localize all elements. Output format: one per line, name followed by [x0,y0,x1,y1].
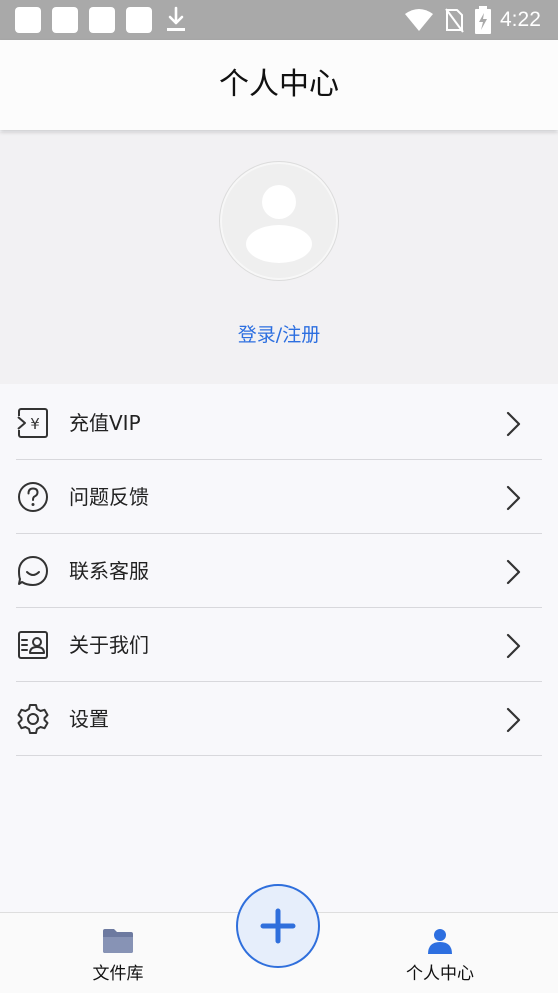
status-time: 4:22 [500,8,541,31]
add-button[interactable] [236,884,320,968]
chevron-right-icon [506,633,521,659]
divider [16,755,542,756]
settings-gear-icon [17,704,49,734]
menu-item-feedback[interactable]: 问题反馈 [0,460,558,534]
app-notification-icon [89,7,115,33]
nav-item-file-library[interactable]: 文件库 [48,913,188,993]
menu-item-label: 联系客服 [69,559,149,583]
status-bar: 4:22 [0,0,558,40]
battery-charging-icon [475,6,491,34]
download-icon [167,6,185,31]
question-circle-icon [18,482,48,512]
chevron-right-icon [506,411,521,437]
profile-section: 登录/注册 [0,132,558,384]
page-title: 个人中心 [219,67,339,102]
menu-item-vip[interactable]: ¥ 充值VIP [0,386,558,460]
nav-label: 个人中心 [406,964,474,984]
default-avatar-icon [246,185,312,263]
login-register-link[interactable]: 登录/注册 [0,322,558,348]
vip-recharge-icon: ¥ [16,408,48,438]
menu-item-about[interactable]: 关于我们 [0,608,558,682]
app-notification-icon [126,7,152,33]
app-notification-icon [52,7,78,33]
menu-list: ¥ 充值VIP 问题反馈 联系客服 关于我们 设置 [0,386,558,756]
wifi-icon [405,9,433,31]
chevron-right-icon [506,707,521,733]
chat-smile-icon [18,556,48,586]
app-header: 个人中心 [0,40,558,130]
nav-item-personal-center[interactable]: 个人中心 [370,913,510,993]
no-sim-icon [445,8,464,33]
menu-item-settings[interactable]: 设置 [0,682,558,756]
chevron-right-icon [506,485,521,511]
person-icon [428,929,452,954]
svg-text:¥: ¥ [30,415,40,433]
folder-icon [103,929,133,953]
app-notification-icon [15,7,41,33]
chevron-right-icon [506,559,521,585]
menu-item-label: 关于我们 [69,633,149,657]
avatar[interactable] [219,161,339,281]
contact-card-icon [18,631,48,659]
menu-item-label: 设置 [69,707,109,731]
menu-item-label: 充值VIP [69,411,141,435]
menu-item-customer-service[interactable]: 联系客服 [0,534,558,608]
nav-label: 文件库 [92,964,144,984]
plus-icon [260,908,296,944]
menu-item-label: 问题反馈 [69,485,149,509]
